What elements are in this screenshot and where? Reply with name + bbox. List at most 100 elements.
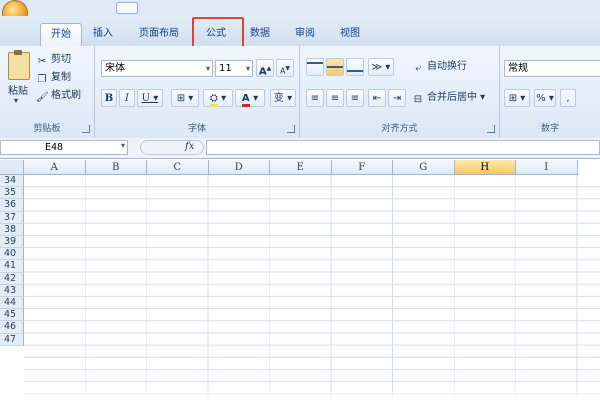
alignment-launcher-icon[interactable] — [487, 125, 495, 133]
excel-window: 开始 插入 页面布局 公式 数据 审阅 视图 粘贴 ▾ ✂ 剪切 ❐ 复制 🖌 格式刷… — [0, 0, 600, 400]
tab-data[interactable]: 数据 — [243, 23, 277, 45]
wrap-text-button[interactable]: ⤶ 自动换行 — [412, 59, 467, 75]
row-header-35[interactable]: 35 — [0, 187, 24, 200]
tab-home[interactable]: 开始 — [40, 23, 82, 46]
align-middle-button[interactable] — [326, 58, 344, 76]
scissors-icon: ✂ — [37, 56, 47, 67]
row-header-39[interactable]: 39 — [0, 236, 24, 249]
column-header-b[interactable]: B — [85, 160, 147, 175]
align-left-button[interactable]: ≡ — [306, 89, 324, 107]
tab-review[interactable]: 审阅 — [288, 23, 322, 45]
select-all-corner[interactable] — [0, 160, 24, 175]
number-format-select[interactable]: 常规 — [504, 60, 600, 77]
formula-bar: E48 ▾ fx — [0, 138, 600, 159]
increase-indent-button[interactable]: ⇥ — [388, 89, 406, 107]
shrink-font-button[interactable]: A▼ — [276, 59, 294, 77]
row-header-44[interactable]: 44 — [0, 297, 24, 310]
row-header-41[interactable]: 41 — [0, 260, 24, 273]
align-top-button[interactable] — [306, 58, 324, 76]
orientation-icon: ≫ — [371, 62, 383, 73]
format-painter-button[interactable]: 🖌 格式刷 — [36, 88, 81, 104]
orientation-button[interactable]: ≫ ▾ — [368, 58, 394, 76]
font-color-button[interactable]: A ▾ — [235, 89, 265, 107]
row-header-42[interactable]: 42 — [0, 272, 24, 285]
font-group-label: 字体 — [187, 124, 206, 134]
merge-icon: ⊟ — [413, 94, 423, 105]
merge-center-button[interactable]: ⊟ 合并后居中 ▾ — [412, 90, 485, 106]
currency-icon: ⊞ — [508, 93, 518, 104]
row-header-36[interactable]: 36 — [0, 199, 24, 212]
underline-button[interactable]: U ▾ — [137, 89, 163, 107]
clipboard-group-label: 剪贴板 — [33, 124, 61, 134]
accounting-format-button[interactable]: ⊞ ▾ — [504, 89, 530, 107]
ribbon: 粘贴 ▾ ✂ 剪切 ❐ 复制 🖌 格式刷 剪贴板 宋体 ▾ 11 ▾ A▲ A▼ B I … — [0, 46, 600, 139]
wrap-text-icon: ⤶ — [415, 63, 421, 74]
borders-button[interactable]: ⊞ ▾ — [171, 89, 199, 107]
column-header-e[interactable]: E — [270, 160, 332, 175]
tab-insert[interactable]: 插入 — [86, 23, 120, 45]
column-header-d[interactable]: D — [208, 160, 270, 175]
quick-access-toolbar[interactable] — [116, 2, 138, 14]
chevron-down-icon: ▾ — [245, 64, 250, 73]
font-group: 宋体 ▾ 11 ▾ A▲ A▼ B I U ▾ ⊞ ▾ ⛭ ▾ A ▾ 变 ▾ 字体 — [95, 46, 300, 138]
tab-view[interactable]: 视图 — [333, 23, 367, 45]
phonetic-button[interactable]: 变 ▾ — [270, 89, 296, 107]
copy-icon: ❐ — [37, 74, 47, 85]
column-header-h[interactable]: H — [454, 160, 516, 175]
brush-icon: 🖌 — [36, 92, 49, 103]
alignment-group: ≫ ▾ ⤶ 自动换行 ≡ ≡ ≡ ⇤ ⇥ ⊟ 合并后居中 ▾ 对齐方式 — [300, 46, 500, 138]
clipboard-group: 粘贴 ▾ ✂ 剪切 ❐ 复制 🖌 格式刷 剪贴板 — [0, 46, 95, 138]
clipboard-launcher-icon[interactable] — [82, 125, 90, 133]
row-header-37[interactable]: 37 — [0, 211, 24, 224]
formula-buttons — [140, 140, 204, 155]
paste-button[interactable]: 粘贴 — [8, 82, 28, 97]
italic-button[interactable]: I — [119, 89, 135, 107]
column-header-i[interactable]: I — [516, 160, 578, 175]
column-header-c[interactable]: C — [147, 160, 209, 175]
row-header-47[interactable]: 47 — [0, 333, 24, 346]
insert-function-icon[interactable]: fx — [185, 141, 194, 152]
chevron-down-icon: ▾ — [205, 64, 210, 73]
cut-button[interactable]: ✂ 剪切 — [36, 52, 71, 68]
paint-bucket-icon: ⛭ — [209, 93, 218, 107]
cell-area[interactable] — [24, 175, 600, 400]
row-header-46[interactable]: 46 — [0, 321, 24, 334]
align-top-icon — [307, 61, 323, 73]
bold-button[interactable]: B — [101, 89, 117, 107]
row-header-45[interactable]: 45 — [0, 309, 24, 322]
name-box[interactable]: E48 — [0, 140, 128, 155]
name-box-dropdown-icon[interactable]: ▾ — [121, 141, 125, 150]
font-name-select[interactable]: 宋体 ▾ — [101, 60, 213, 77]
row-header-34[interactable]: 34 — [0, 175, 24, 188]
fill-color-button[interactable]: ⛭ ▾ — [203, 89, 233, 107]
row-header-43[interactable]: 43 — [0, 284, 24, 297]
column-header-a[interactable]: A — [24, 160, 86, 175]
decrease-indent-button[interactable]: ⇤ — [368, 89, 386, 107]
percent-button[interactable]: % ▾ — [534, 89, 556, 107]
align-bottom-icon — [347, 69, 363, 81]
column-header-f[interactable]: F — [331, 160, 393, 175]
title-strip — [0, 0, 600, 26]
align-right-button[interactable]: ≡ — [346, 89, 364, 107]
align-right-icon: ≡ — [350, 93, 360, 104]
worksheet-grid: ABCDEFGHI 34 35 36 37 38 39 40 41 42 43 44 45 46 47 — [0, 160, 600, 400]
font-launcher-icon[interactable] — [287, 125, 295, 133]
decrease-indent-icon: ⇤ — [372, 93, 382, 104]
font-size-select[interactable]: 11 ▾ — [215, 60, 253, 77]
grow-font-button[interactable]: A▲ — [256, 59, 274, 77]
paste-icon[interactable] — [8, 50, 30, 80]
borders-icon: ⊞ — [176, 93, 186, 104]
row-header-40[interactable]: 40 — [0, 248, 24, 261]
tab-page-layout[interactable]: 页面布局 — [134, 23, 184, 45]
paste-dropdown-icon[interactable]: ▾ — [14, 96, 18, 105]
increase-indent-icon: ⇥ — [392, 93, 402, 104]
row-header-38[interactable]: 38 — [0, 223, 24, 236]
copy-button[interactable]: ❐ 复制 — [36, 70, 71, 86]
formula-input[interactable] — [206, 140, 600, 155]
formulas-tab-highlight — [192, 17, 244, 49]
align-center-button[interactable]: ≡ — [326, 89, 344, 107]
column-header-g[interactable]: G — [393, 160, 455, 175]
align-bottom-button[interactable] — [346, 58, 364, 76]
align-left-icon: ≡ — [310, 93, 320, 104]
comma-button[interactable]: , — [560, 89, 576, 107]
